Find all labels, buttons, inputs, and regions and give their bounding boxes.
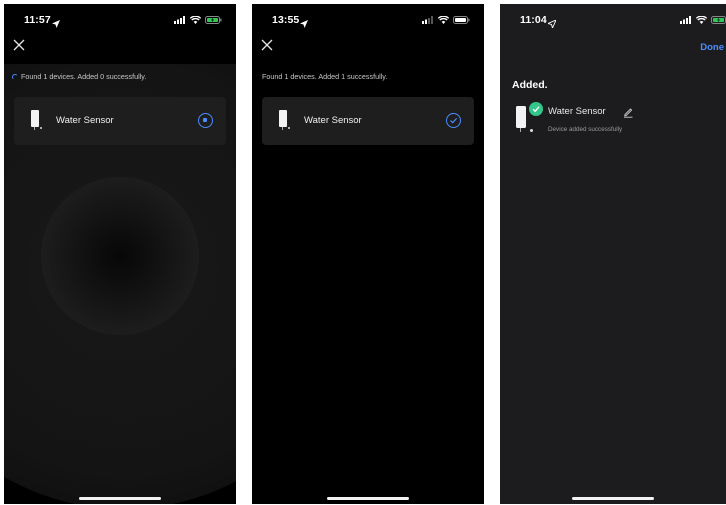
radar-inner-circle — [41, 177, 199, 335]
stop-adding-button[interactable] — [198, 113, 213, 128]
success-message: Device added successfully — [548, 126, 623, 133]
screen-summary: 11:04 Done Added. Water Sensor Device ad… — [500, 4, 726, 504]
wifi-icon — [438, 16, 449, 24]
screen-adding: 11:57 Found 1 devices. Added 0 successfu… — [4, 4, 236, 504]
screen-added: 13:55 Found 1 devices. Added 1 successfu… — [252, 4, 484, 504]
signal-icon — [680, 16, 691, 24]
home-indicator — [572, 497, 654, 500]
scan-status-text: Found 1 devices. Added 1 successfully. — [262, 72, 388, 81]
success-badge — [529, 102, 543, 116]
done-button[interactable]: Done — [700, 42, 724, 53]
location-arrow-icon — [52, 15, 60, 33]
wifi-icon — [696, 16, 707, 24]
device-card[interactable]: Water Sensor — [14, 97, 226, 145]
pencil-icon — [624, 108, 633, 118]
added-status — [446, 113, 461, 128]
checkmark-icon — [532, 106, 540, 113]
scan-status-text: Found 1 devices. Added 0 successfully. — [12, 72, 146, 81]
status-bar: 11:57 — [4, 14, 236, 28]
checkmark-icon — [450, 117, 458, 124]
spinner-icon — [12, 74, 18, 80]
water-sensor-icon — [30, 110, 42, 130]
home-indicator — [79, 497, 161, 500]
stop-icon — [203, 118, 207, 122]
battery-icon — [205, 16, 222, 24]
status-time: 11:57 — [24, 14, 51, 26]
status-icons — [680, 16, 726, 24]
edit-name-button[interactable] — [622, 105, 634, 118]
scan-status-label: Found 1 devices. Added 0 successfully. — [21, 72, 147, 81]
status-icons — [174, 16, 222, 24]
wifi-icon — [190, 16, 201, 24]
device-card[interactable]: Water Sensor — [262, 97, 474, 145]
status-icons — [422, 16, 470, 24]
close-button[interactable] — [12, 38, 26, 52]
device-name: Water Sensor — [56, 115, 114, 126]
close-icon — [261, 39, 273, 51]
status-time: 11:04 — [520, 14, 547, 26]
water-sensor-icon — [278, 110, 290, 130]
status-time: 13:55 — [272, 14, 300, 26]
battery-icon — [711, 16, 726, 24]
status-bar: 11:04 — [500, 14, 726, 30]
location-arrow-icon — [546, 15, 557, 33]
section-title: Added. — [512, 79, 548, 91]
close-icon — [13, 39, 25, 51]
status-bar: 13:55 — [252, 14, 484, 28]
device-name: Water Sensor — [304, 115, 362, 126]
battery-icon — [453, 16, 470, 24]
signal-icon — [174, 16, 185, 24]
close-button[interactable] — [260, 38, 274, 52]
signal-icon — [422, 16, 433, 24]
home-indicator — [327, 497, 409, 500]
location-arrow-icon — [300, 15, 308, 33]
device-name: Water Sensor — [548, 106, 606, 117]
